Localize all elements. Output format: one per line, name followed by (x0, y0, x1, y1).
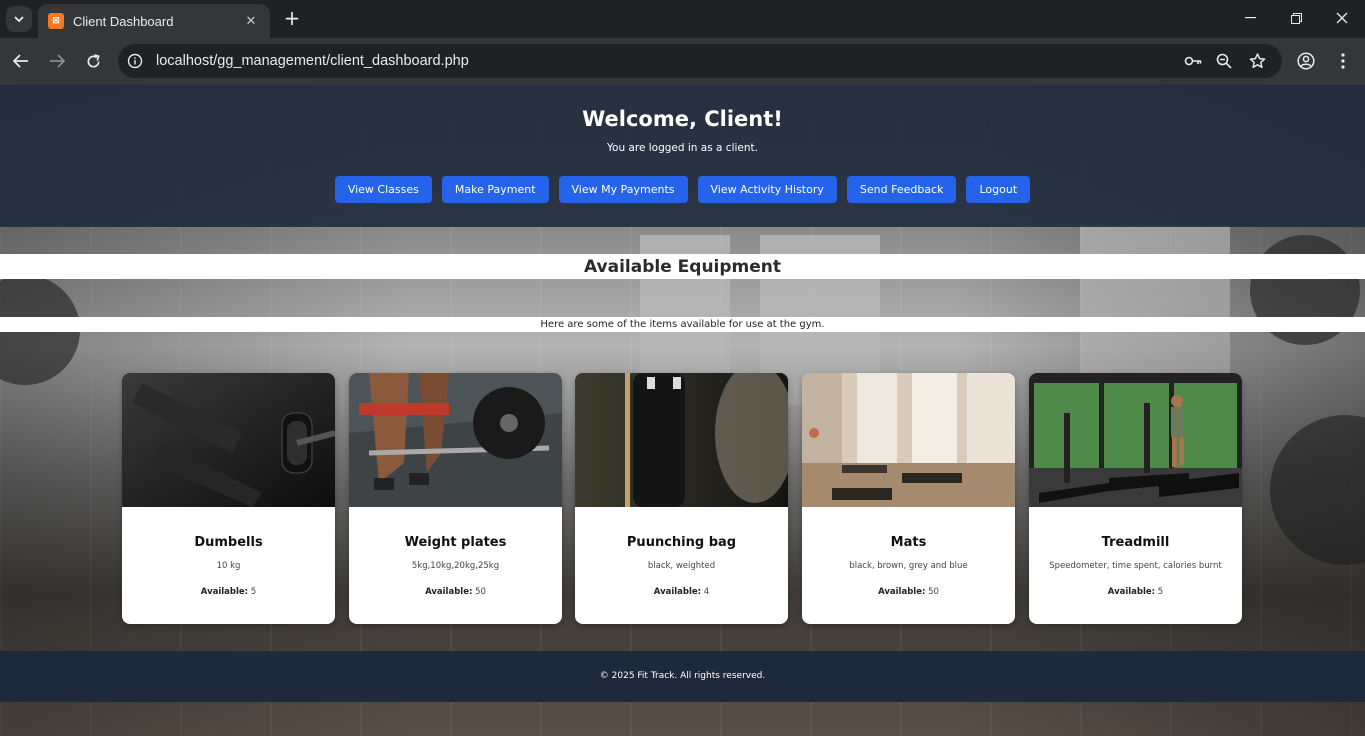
card-title: Treadmill (1101, 535, 1170, 550)
forward-arrow-icon[interactable] (43, 47, 71, 75)
card-description: black, weighted (647, 561, 716, 571)
tab-search-button[interactable] (6, 6, 32, 32)
close-window-icon[interactable] (1319, 0, 1365, 36)
tab-title: Client Dashboard (73, 13, 174, 29)
dashboard-nav: View Classes Make Payment View My Paymen… (0, 176, 1365, 203)
card-description: 5kg,10kg,20kg,25kg (411, 561, 500, 571)
available-count: 4 (703, 587, 710, 597)
equipment-section-subtitle: Here are some of the items available for… (0, 317, 1365, 332)
equipment-card-list: Dumbells 10 kg Available: 5 Weight plate… (122, 373, 1243, 624)
page-viewport: Welcome, Client! You are logged in as a … (0, 85, 1365, 736)
tab-close-icon[interactable]: ✕ (242, 14, 260, 29)
available-count: 50 (475, 587, 486, 597)
treadmill-image (1029, 373, 1242, 507)
card-description: 10 kg (216, 561, 241, 571)
card-description: Speedometer, time spent, calories burnt (1049, 561, 1222, 571)
welcome-title: Welcome, Client! (582, 107, 783, 131)
minimize-icon[interactable] (1227, 0, 1273, 36)
equipment-card[interactable]: Weight plates 5kg,10kg,20kg,25kg Availab… (349, 373, 562, 624)
card-availability: Available: 5 (122, 587, 335, 597)
page-footer: © 2025 Fit Track. All rights reserved. (0, 651, 1365, 702)
make-payment-button[interactable]: Make Payment (441, 176, 549, 203)
equipment-card[interactable]: Puunching bag black, weighted Available:… (575, 373, 788, 624)
logout-button[interactable]: Logout (966, 176, 1031, 203)
available-label: Available: (200, 587, 249, 597)
browser-tab-strip: ⊠ Client Dashboard ✕ + (0, 0, 1365, 38)
equipment-card[interactable]: Treadmill Speedometer, time spent, calor… (1029, 373, 1242, 624)
profile-icon[interactable] (1292, 47, 1320, 75)
restore-icon[interactable] (1273, 0, 1319, 36)
available-label: Available: (1107, 587, 1156, 597)
card-title: Weight plates (404, 535, 507, 550)
reload-icon[interactable] (79, 47, 107, 75)
url-text: localhost/gg_management/client_dashboard… (156, 53, 469, 69)
back-arrow-icon[interactable] (7, 47, 35, 75)
view-classes-button[interactable]: View Classes (334, 176, 432, 203)
dumbbells-image (122, 373, 335, 507)
available-label: Available: (425, 587, 473, 597)
equipment-card[interactable]: Mats black, brown, grey and blue Availab… (802, 373, 1015, 624)
welcome-subtitle: You are logged in as a client. (607, 142, 758, 154)
browser-tab[interactable]: ⊠ Client Dashboard ✕ (38, 4, 270, 38)
site-info-icon[interactable] (124, 50, 146, 72)
welcome-header: Welcome, Client! You are logged in as a … (0, 85, 1365, 227)
menu-kebab-icon[interactable] (1329, 47, 1357, 75)
card-title: Puunching bag (626, 535, 737, 550)
available-count: 5 (1157, 587, 1164, 597)
punching-bag-image (575, 373, 788, 507)
card-availability: Available: 50 (802, 587, 1015, 597)
key-icon[interactable] (1181, 49, 1205, 73)
view-activity-history-button[interactable]: View Activity History (697, 176, 837, 203)
card-availability: Available: 4 (575, 587, 788, 597)
card-availability: Available: 50 (349, 587, 562, 597)
equipment-card[interactable]: Dumbells 10 kg Available: 5 (122, 373, 335, 624)
card-description: black, brown, grey and blue (849, 561, 968, 571)
available-count: 50 (928, 587, 939, 597)
card-availability: Available: 5 (1029, 587, 1242, 597)
card-title: Mats (890, 535, 927, 550)
view-my-payments-button[interactable]: View My Payments (558, 176, 688, 203)
send-feedback-button[interactable]: Send Feedback (846, 176, 957, 203)
zoom-icon[interactable] (1212, 49, 1236, 73)
available-count: 5 (250, 587, 257, 597)
xampp-favicon-icon: ⊠ (48, 13, 64, 29)
card-title: Dumbells (194, 535, 263, 550)
equipment-section-title: Available Equipment (0, 254, 1365, 279)
chevron-down-icon (14, 16, 24, 22)
bookmark-star-icon[interactable] (1245, 49, 1269, 73)
new-tab-button[interactable]: + (280, 6, 304, 30)
weight-plates-image (349, 373, 562, 507)
available-label: Available: (653, 587, 702, 597)
available-label: Available: (878, 587, 926, 597)
browser-toolbar: localhost/gg_management/client_dashboard… (0, 38, 1365, 85)
background-weight-plate (1270, 415, 1365, 565)
address-bar[interactable]: localhost/gg_management/client_dashboard… (118, 44, 1282, 78)
mats-image (802, 373, 1015, 507)
